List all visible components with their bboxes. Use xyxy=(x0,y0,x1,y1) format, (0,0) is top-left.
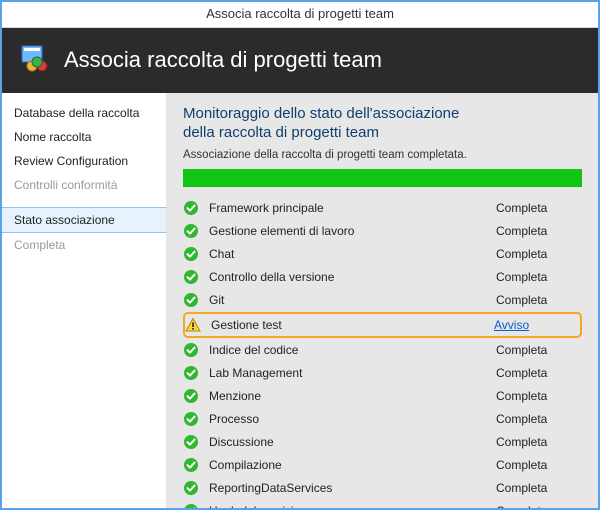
warning-icon xyxy=(185,317,201,333)
sidebar-item: Controlli conformità xyxy=(2,173,166,197)
step-status: Completa xyxy=(496,343,576,357)
window-title: Associa raccolta di progetti team xyxy=(206,6,394,21)
step-status: Completa xyxy=(496,458,576,472)
progress-bar xyxy=(183,169,582,187)
step-status: Completa xyxy=(496,293,576,307)
step-row: Lab ManagementCompleta xyxy=(183,362,582,384)
step-row: GitCompleta xyxy=(183,289,582,311)
step-row: MenzioneCompleta xyxy=(183,385,582,407)
page-title-line1: Monitoraggio dello stato dell'associazio… xyxy=(183,105,459,122)
step-label: Lab Management xyxy=(209,366,496,380)
step-list: Framework principaleCompletaGestione ele… xyxy=(183,197,582,509)
main-panel: Monitoraggio dello stato dell'associazio… xyxy=(167,93,598,508)
step-row: Indice del codiceCompleta xyxy=(183,339,582,361)
check-icon xyxy=(183,503,199,509)
check-icon xyxy=(183,200,199,216)
step-row: Gestione elementi di lavoroCompleta xyxy=(183,220,582,242)
step-row: Gestione testAvviso xyxy=(183,312,582,338)
step-row: ReportingDataServicesCompleta xyxy=(183,477,582,499)
step-status: Completa xyxy=(496,270,576,284)
step-label: Hook del servizio xyxy=(209,504,496,509)
step-label: Processo xyxy=(209,412,496,426)
step-row: ProcessoCompleta xyxy=(183,408,582,430)
step-label: Menzione xyxy=(209,389,496,403)
step-label: Chat xyxy=(209,247,496,261)
step-label: Gestione test xyxy=(211,318,494,332)
step-row: Controllo della versioneCompleta xyxy=(183,266,582,288)
sidebar-item: Completa xyxy=(2,233,166,257)
check-icon xyxy=(183,292,199,308)
step-row: Hook del servizioCompleta xyxy=(183,500,582,509)
step-status: Completa xyxy=(496,201,576,215)
check-icon xyxy=(183,457,199,473)
step-status: Completa xyxy=(496,389,576,403)
check-icon xyxy=(183,434,199,450)
step-label: Compilazione xyxy=(209,458,496,472)
sidebar-item[interactable]: Stato associazione xyxy=(2,207,166,233)
step-label: Git xyxy=(209,293,496,307)
step-status: Completa xyxy=(496,504,576,509)
wizard-sidebar: Database della raccoltaNome raccoltaRevi… xyxy=(2,93,167,508)
page-title: Monitoraggio dello stato dell'associazio… xyxy=(183,105,582,143)
step-label: Controllo della versione xyxy=(209,270,496,284)
step-label: ReportingDataServices xyxy=(209,481,496,495)
sidebar-item[interactable]: Database della raccolta xyxy=(2,101,166,125)
step-label: Gestione elementi di lavoro xyxy=(209,224,496,238)
check-icon xyxy=(183,365,199,381)
step-status: Completa xyxy=(496,481,576,495)
step-row: CompilazioneCompleta xyxy=(183,454,582,476)
check-icon xyxy=(183,223,199,239)
step-label: Indice del codice xyxy=(209,343,496,357)
sidebar-item[interactable]: Nome raccolta xyxy=(2,125,166,149)
step-status: Completa xyxy=(496,435,576,449)
check-icon xyxy=(183,480,199,496)
step-status-link[interactable]: Avviso xyxy=(494,318,574,332)
step-status: Completa xyxy=(496,247,576,261)
page-title-line2: della raccolta di progetti team xyxy=(183,124,379,141)
check-icon xyxy=(183,342,199,358)
check-icon xyxy=(183,388,199,404)
body: Database della raccoltaNome raccoltaRevi… xyxy=(2,93,598,508)
window-titlebar: Associa raccolta di progetti team xyxy=(2,2,598,28)
dialog-window: Associa raccolta di progetti team Associ… xyxy=(0,0,600,510)
step-status: Completa xyxy=(496,224,576,238)
step-row: DiscussioneCompleta xyxy=(183,431,582,453)
step-row: ChatCompleta xyxy=(183,243,582,265)
check-icon xyxy=(183,411,199,427)
header: Associa raccolta di progetti team xyxy=(2,28,598,93)
check-icon xyxy=(183,269,199,285)
page-subtitle: Associazione della raccolta di progetti … xyxy=(183,149,582,161)
header-title: Associa raccolta di progetti team xyxy=(64,47,382,73)
check-icon xyxy=(183,246,199,262)
step-label: Discussione xyxy=(209,435,496,449)
step-status: Completa xyxy=(496,366,576,380)
sidebar-item[interactable]: Review Configuration xyxy=(2,149,166,173)
team-collection-icon xyxy=(20,42,52,77)
step-row: Framework principaleCompleta xyxy=(183,197,582,219)
step-status: Completa xyxy=(496,412,576,426)
step-label: Framework principale xyxy=(209,201,496,215)
